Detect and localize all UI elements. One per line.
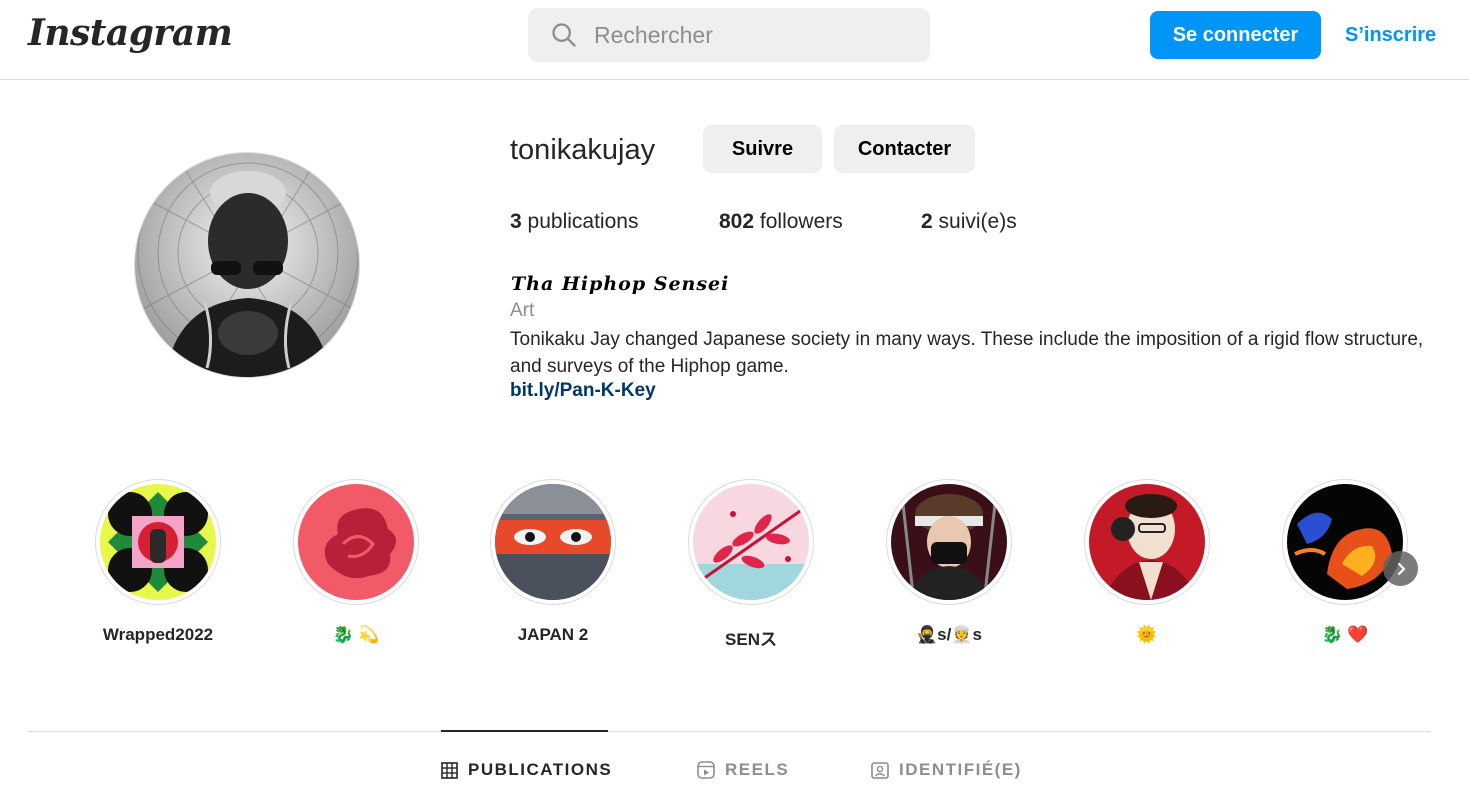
highlight-cover-image [100, 484, 216, 600]
profile-bio: Tonikaku Jay changed Japanese society in… [510, 329, 1424, 377]
highlight-item[interactable]: JAPAN 2 [478, 479, 628, 645]
search-input[interactable] [594, 21, 914, 49]
profile-avatar[interactable] [134, 152, 360, 378]
highlight-label: JAPAN 2 [517, 625, 589, 644]
instagram-logo[interactable]: Instagram [28, 12, 233, 54]
highlight-ring [1282, 479, 1408, 605]
highlight-item[interactable]: 🥷s/👳s [874, 479, 1024, 645]
highlight-ring [490, 479, 616, 605]
profile-external-link[interactable]: bit.ly/Pan-K-Key [510, 380, 656, 402]
highlight-label: SENス [725, 630, 777, 649]
tab-tagged-label: IDENTIFIÉ(E) [899, 760, 1022, 779]
profile-category: Art [510, 300, 535, 321]
tab-reels-label: REELS [725, 760, 790, 779]
signup-link[interactable]: S’inscrire [1345, 24, 1436, 47]
highlight-cover-image [495, 484, 611, 600]
highlight-item[interactable]: 🐉 💫 [281, 479, 431, 645]
highlight-label: Wrapped2022 [102, 625, 214, 644]
following-count[interactable]: 2 suivi(e)s [921, 210, 1017, 234]
highlight-ring [1084, 479, 1210, 605]
highlight-ring [886, 479, 1012, 605]
profile-username: tonikakujay [510, 134, 656, 166]
highlight-item[interactable]: Wrapped2022 [83, 479, 233, 645]
highlight-ring [293, 479, 419, 605]
contact-button[interactable]: Contacter [834, 125, 975, 173]
profile-full-name: Tha Hiphop Sensei [511, 273, 730, 295]
tagged-user-icon [871, 762, 889, 779]
search-bar[interactable] [528, 8, 930, 62]
chevron-right-icon [1397, 562, 1405, 575]
tab-publications[interactable]: PUBLICATIONS [441, 760, 612, 780]
highlight-cover-image [1089, 484, 1205, 600]
followers-count-value: 802 [719, 210, 755, 233]
posts-count-label: publications [527, 210, 639, 233]
followers-count[interactable]: 802 followers [719, 210, 843, 234]
search-icon [550, 21, 578, 49]
highlight-cover-image [891, 484, 1007, 600]
tab-tagged[interactable]: IDENTIFIÉ(E) [871, 760, 1022, 780]
highlight-cover-image [693, 484, 809, 600]
active-tab-indicator [441, 730, 608, 732]
tab-publications-label: PUBLICATIONS [468, 760, 613, 779]
highlight-label: 🐉 💫 [332, 625, 380, 644]
highlight-label: 🌞 [1136, 625, 1158, 644]
highlight-item[interactable]: SENス [676, 479, 826, 650]
tab-reels[interactable]: REELS [697, 760, 789, 780]
follow-button[interactable]: Suivre [703, 125, 822, 173]
highlight-ring [95, 479, 221, 605]
highlight-label: 🐉 ❤️ [1321, 625, 1369, 644]
posts-count-value: 3 [510, 210, 522, 233]
highlight-item[interactable]: 🌞 [1072, 479, 1222, 645]
tabs-divider [28, 731, 1430, 732]
reels-icon [697, 761, 715, 779]
highlight-label: 🥷s/👳s [916, 625, 982, 644]
login-button[interactable]: Se connecter [1150, 11, 1321, 59]
following-count-value: 2 [921, 210, 933, 233]
following-count-label: suivi(e)s [938, 210, 1017, 233]
posts-count: 3 publications [510, 210, 638, 234]
highlights-next-button[interactable] [1383, 551, 1418, 586]
highlight-cover-image [298, 484, 414, 600]
top-navigation: Instagram Se connecter S’inscrire [0, 0, 1469, 80]
grid-icon [441, 761, 458, 779]
highlight-ring [688, 479, 814, 605]
followers-count-label: followers [759, 210, 843, 233]
highlight-cover-image [1287, 484, 1403, 600]
